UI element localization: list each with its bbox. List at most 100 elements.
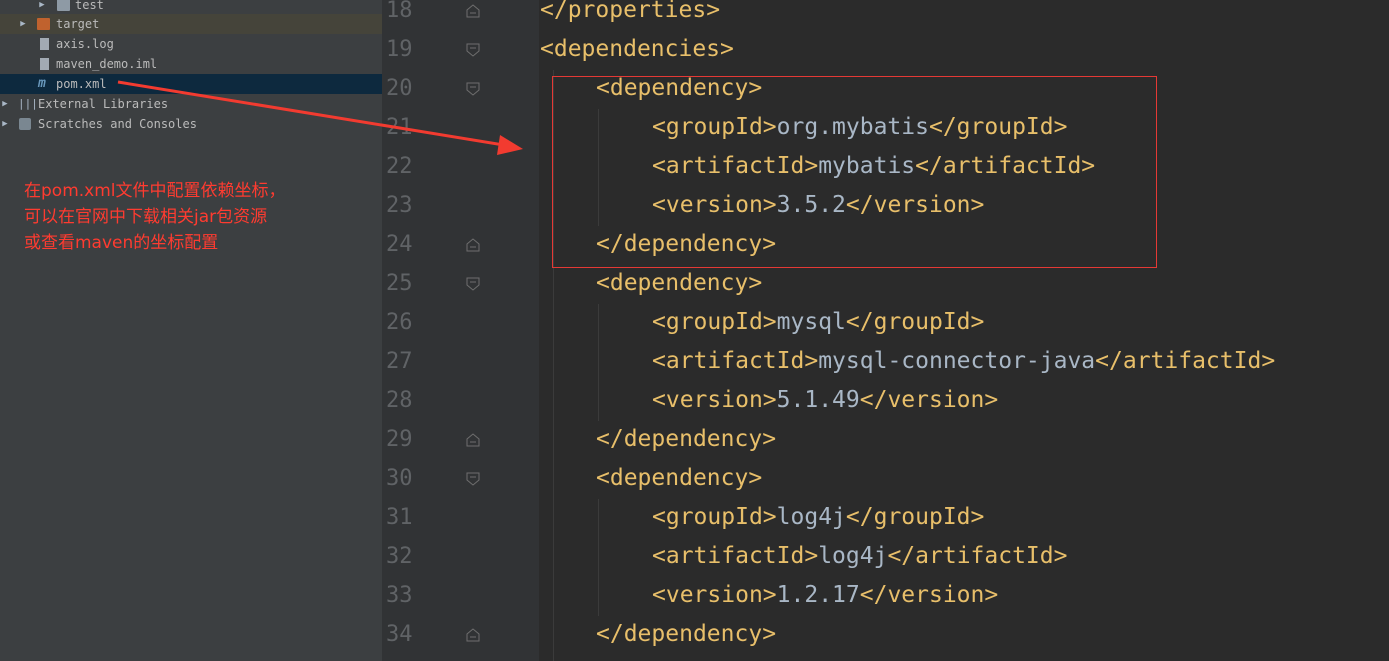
- tag-open: <: [652, 387, 666, 413]
- library-icon: |||: [18, 97, 38, 110]
- tree-item-external-libraries[interactable]: ▶ ||| External Libraries: [0, 94, 382, 114]
- expand-arrow-icon[interactable]: ▶: [18, 14, 28, 34]
- line-number: 22: [386, 154, 413, 179]
- tag-close: >: [804, 348, 819, 374]
- tag-name: artifactId: [665, 543, 805, 569]
- fold-marker-icon[interactable]: [466, 277, 480, 291]
- fold-marker-icon[interactable]: [466, 82, 480, 96]
- code-line[interactable]: <dependency>: [596, 264, 762, 303]
- tag-open: <: [596, 270, 610, 296]
- excluded-folder-icon: [37, 18, 50, 30]
- tag-open: <: [652, 543, 666, 569]
- line-number: 32: [386, 544, 413, 569]
- tree-item-label: target: [56, 17, 100, 31]
- tree-item-scratches[interactable]: ▶ Scratches and Consoles: [0, 114, 382, 134]
- tag-open: </: [540, 0, 568, 23]
- indent-guide: [598, 304, 599, 421]
- expand-arrow-icon[interactable]: ▶: [0, 94, 10, 114]
- tag-close: >: [762, 582, 777, 608]
- folder-icon: [57, 0, 70, 11]
- tag-open: <: [652, 582, 666, 608]
- tree-item-target[interactable]: ▶ target: [0, 14, 382, 34]
- code-line[interactable]: <dependencies>: [540, 30, 734, 69]
- code-line[interactable]: <groupId>mysql</groupId>: [652, 303, 984, 342]
- code-line[interactable]: <artifactId>log4j</artifactId>: [652, 537, 1067, 576]
- tree-item-label: test: [75, 0, 104, 12]
- tree-item-pom-xml[interactable]: m pom.xml: [0, 74, 382, 94]
- line-number: 26: [386, 310, 413, 335]
- tag-close: >: [762, 426, 777, 452]
- tag-name: dependencies: [553, 36, 721, 62]
- tag-name: dependency: [623, 621, 763, 647]
- tag-name: artifactId: [665, 348, 805, 374]
- line-number: 34: [386, 622, 413, 647]
- line-number: 25: [386, 271, 413, 296]
- tag-close: >: [762, 387, 777, 413]
- tree-item-label: Scratches and Consoles: [38, 117, 197, 131]
- tag-open: <: [540, 36, 554, 62]
- code-line[interactable]: </properties>: [540, 0, 720, 30]
- tag-open: </: [596, 426, 624, 452]
- code-line[interactable]: <version>1.2.17</version>: [652, 576, 998, 615]
- tree-item-axis-log[interactable]: axis.log: [0, 34, 382, 54]
- tag-name: dependency: [609, 465, 749, 491]
- tag-name: version: [665, 387, 763, 413]
- tag-open: </: [596, 621, 624, 647]
- tag-name: version: [665, 582, 763, 608]
- tag-name: dependency: [623, 426, 763, 452]
- highlight-box: [552, 76, 1157, 268]
- tree-item-label: External Libraries: [38, 97, 169, 111]
- fold-marker-icon[interactable]: [466, 43, 480, 57]
- code-line[interactable]: <dependency>: [596, 459, 762, 498]
- line-number: 31: [386, 505, 413, 530]
- scratches-icon: [19, 118, 31, 130]
- code-line[interactable]: <groupId>log4j</groupId>: [652, 498, 984, 537]
- tag-open: <: [652, 348, 666, 374]
- fold-marker-icon[interactable]: [466, 433, 480, 447]
- tag-name: groupId: [665, 309, 763, 335]
- tag-value: mysql-connector-java: [818, 348, 1096, 374]
- tag-close: >: [748, 465, 763, 491]
- tag-value: mysql: [776, 309, 846, 335]
- line-number: 30: [386, 466, 413, 491]
- tree-item-test[interactable]: ▶ test: [0, 0, 382, 15]
- expand-arrow-icon[interactable]: ▶: [0, 114, 10, 134]
- tag-close: >: [706, 0, 721, 23]
- text-file-icon: [40, 38, 49, 50]
- code-line[interactable]: <artifactId>mysql-connector-java</artifa…: [652, 342, 1275, 381]
- line-number: 19: [386, 37, 413, 62]
- tag-value: log4j: [776, 504, 846, 530]
- tag-end: </artifactId>: [887, 543, 1068, 569]
- tag-value: 1.2.17: [776, 582, 860, 608]
- tag-end: </version>: [859, 387, 999, 413]
- tag-value: log4j: [818, 543, 888, 569]
- fold-marker-icon[interactable]: [466, 472, 480, 486]
- fold-marker-icon[interactable]: [466, 238, 480, 252]
- module-file-icon: [40, 58, 49, 70]
- indent-guide: [598, 499, 599, 616]
- tree-item-maven-demo-iml[interactable]: maven_demo.iml: [0, 54, 382, 74]
- tag-end: </groupId>: [845, 309, 985, 335]
- expand-arrow-icon[interactable]: ▶: [37, 0, 47, 15]
- line-number: 18: [386, 0, 413, 23]
- code-line[interactable]: <version>5.1.49</version>: [652, 381, 998, 420]
- tag-name: groupId: [665, 504, 763, 530]
- fold-marker-icon[interactable]: [466, 4, 480, 18]
- tag-close: >: [748, 270, 763, 296]
- code-line[interactable]: </dependency>: [596, 420, 776, 459]
- tree-item-label: pom.xml: [56, 77, 107, 91]
- project-tree: ▶ test ▶ target axis.log maven_demo.iml …: [0, 0, 382, 661]
- fold-marker-icon[interactable]: [466, 628, 480, 642]
- tag-name: properties: [567, 0, 707, 23]
- code-line[interactable]: </dependency>: [596, 615, 776, 654]
- tag-close: >: [804, 543, 819, 569]
- line-number: 20: [386, 76, 413, 101]
- line-number: 23: [386, 193, 413, 218]
- tree-item-label: maven_demo.iml: [56, 57, 158, 71]
- tag-open: <: [652, 504, 666, 530]
- maven-icon: m: [38, 76, 46, 91]
- tag-open: <: [596, 465, 610, 491]
- tag-value: 5.1.49: [776, 387, 860, 413]
- tag-close: >: [762, 621, 777, 647]
- tag-close: >: [762, 309, 777, 335]
